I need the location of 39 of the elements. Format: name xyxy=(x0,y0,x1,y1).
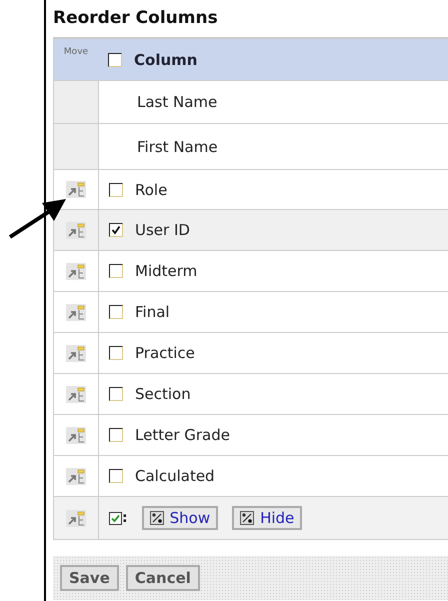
column-name: Final xyxy=(135,303,170,321)
column-checkbox[interactable] xyxy=(109,305,123,319)
dialog-title: Reorder Columns xyxy=(53,7,219,30)
column-name: Practice xyxy=(135,344,195,362)
column-name: Role xyxy=(135,180,168,198)
column-checkbox[interactable] xyxy=(109,428,123,442)
move-icon[interactable] xyxy=(66,510,86,526)
column-name: Midterm xyxy=(135,262,198,280)
move-icon[interactable] xyxy=(66,262,86,280)
percent-icon xyxy=(240,511,254,525)
column-checkbox[interactable] xyxy=(109,346,123,360)
column-name: User ID xyxy=(135,221,190,239)
separator-colon: : xyxy=(122,510,128,526)
move-icon[interactable] xyxy=(66,344,86,362)
save-button[interactable]: Save xyxy=(60,565,119,591)
column-name: First Name xyxy=(136,138,218,156)
cancel-button[interactable]: Cancel xyxy=(126,565,200,591)
move-icon[interactable] xyxy=(66,222,86,238)
column-name: Last Name xyxy=(136,93,218,111)
select-all-checkbox[interactable] xyxy=(108,52,122,66)
move-icon[interactable] xyxy=(66,468,86,484)
move-icon[interactable] xyxy=(66,304,86,320)
move-icon[interactable] xyxy=(66,181,86,198)
column-name: Letter Grade xyxy=(135,426,230,444)
move-icon[interactable] xyxy=(66,426,86,444)
column-checkbox[interactable] xyxy=(109,264,123,278)
move-icon[interactable] xyxy=(66,386,86,402)
show-button[interactable]: Show xyxy=(142,506,218,530)
column-checkbox[interactable] xyxy=(109,469,123,483)
column-name: Section xyxy=(135,385,191,403)
column-name: Calculated xyxy=(135,467,215,485)
checkbox-icon xyxy=(109,512,122,524)
column-checkbox[interactable] xyxy=(109,223,123,237)
move-header: Move xyxy=(64,47,88,57)
percent-icon xyxy=(150,511,164,525)
column-checkbox[interactable] xyxy=(109,182,123,196)
column-checkbox[interactable] xyxy=(109,387,123,401)
column-header: Column xyxy=(134,50,198,68)
hide-button[interactable]: Hide xyxy=(232,506,302,530)
